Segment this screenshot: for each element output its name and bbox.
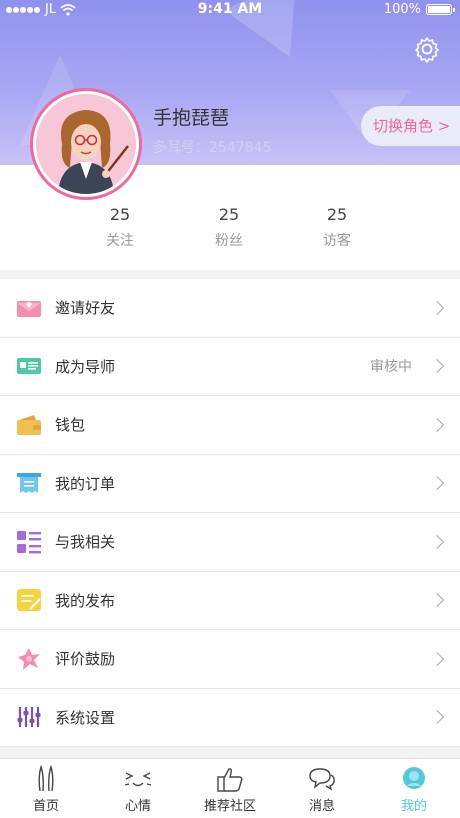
switch-role-button[interactable]: 切换角色 > [361,106,460,146]
chevron-right-icon [429,300,445,315]
menu-item-wallet[interactable]: 钱包 [0,396,460,455]
menu-label: 系统设置 [55,708,116,727]
menu-label: 成为导师 [55,357,116,376]
avatar[interactable] [30,88,142,200]
menu-item-orders[interactable]: 我的订单 [0,455,460,513]
status-bar: JL 9:41 AM 100% [0,0,460,20]
chevron-right-icon [429,359,445,374]
menu-item-settings[interactable]: 系统设置 [0,689,460,747]
menu-list: 邀请好友 成为导师 审核中 钱包 我的订单 与我相关 我的发布 评价鼓励 系统设… [0,279,460,747]
menu-label: 我的订单 [55,474,116,493]
battery-icon [426,4,455,15]
stat-value: 25 [326,205,348,224]
stat-label: 粉丝 [215,233,243,249]
tab-label: 消息 [308,799,335,814]
battery-percent: 100% [383,2,421,17]
flower-icon [18,647,40,670]
menu-label: 与我相关 [55,533,116,552]
chat-icon [309,768,335,791]
receipt-icon [17,473,41,494]
stat-value: 25 [218,205,240,224]
tab-bar: 首页 心情 推荐社区 消息 我的 [0,758,460,818]
stat-following[interactable]: 25 关注 [80,205,160,250]
menu-label: 邀请好友 [55,299,116,318]
id-card-icon [17,358,41,375]
tab-home[interactable]: 首页 [0,759,92,818]
chevron-right-icon [429,534,445,549]
thumbs-up-icon [217,768,243,792]
menu-label: 评价鼓励 [55,650,116,669]
bunny-icon [38,765,54,792]
profile-screen: JL 9:41 AM 100% 手抱琵琶 多耳号：2547845 切换角色 > … [0,0,460,818]
user-name: 手抱琵琶 [153,107,230,129]
menu-label: 钱包 [55,416,86,435]
envelope-icon [17,300,41,317]
menu-item-related[interactable]: 与我相关 [0,513,460,572]
chevron-right-icon [429,476,445,491]
wallet-icon [17,414,41,435]
stat-visitors[interactable]: 25 访客 [297,205,377,250]
teacher-illustration [36,94,136,194]
gear-icon[interactable] [413,35,441,63]
tab-me[interactable]: 我的 [368,759,460,818]
tab-label: 首页 [32,799,59,814]
tab-label: 我的 [400,799,427,814]
avatar-image [36,94,136,194]
me-icon [403,767,425,789]
chevron-right-icon [429,710,445,725]
note-icon [17,589,41,612]
menu-item-mentor[interactable]: 成为导师 审核中 [0,338,460,396]
menu-item-posts[interactable]: 我的发布 [0,572,460,630]
stat-label: 关注 [106,233,134,249]
tab-label: 心情 [124,799,151,814]
chevron-right-icon [429,593,445,608]
sliders-icon [17,707,41,728]
menu-item-review[interactable]: 评价鼓励 [0,630,460,689]
stat-followers[interactable]: 25 粉丝 [189,205,269,250]
chevron-right-icon [429,651,445,666]
tab-mood[interactable]: 心情 [92,759,184,818]
chevron-right-icon [429,417,445,432]
battery-area: 100% [383,2,455,17]
menu-label: 我的发布 [55,591,116,610]
list-icon [17,530,41,554]
menu-item-invite[interactable]: 邀请好友 [0,279,460,338]
tab-community[interactable]: 推荐社区 [184,759,276,818]
face-icon [124,772,152,787]
tab-messages[interactable]: 消息 [276,759,368,818]
review-status: 审核中 [370,359,412,376]
stat-label: 访客 [323,233,351,249]
stat-value: 25 [109,205,131,224]
user-id: 多耳号：2547845 [153,140,272,156]
tab-label: 推荐社区 [203,799,256,814]
